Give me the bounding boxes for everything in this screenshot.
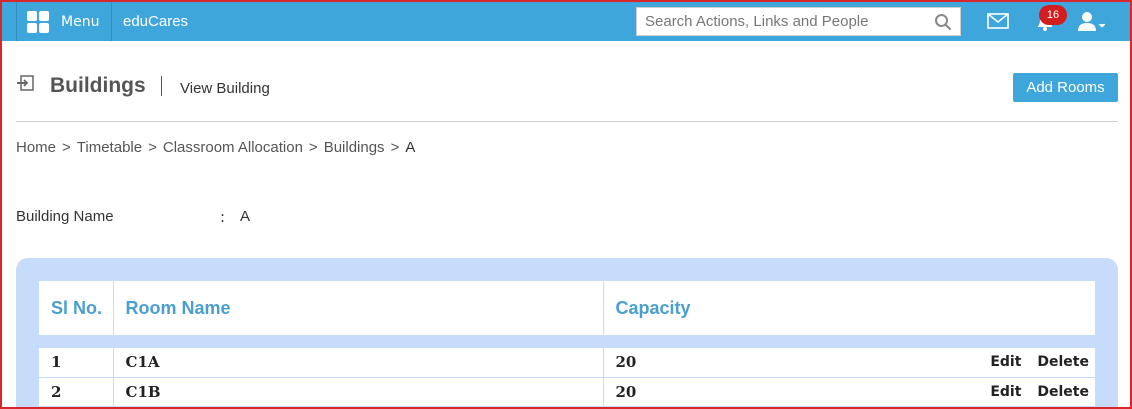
cell-sl-no: 2 (39, 377, 114, 407)
add-rooms-button[interactable]: Add Rooms (1013, 73, 1118, 102)
breadcrumb-timetable[interactable]: Timetable (77, 139, 142, 156)
rooms-table: Sl No. Room Name Capacity 1 C1A 20 Edit … (39, 281, 1095, 407)
column-header-sl-no[interactable]: Sl No. (39, 281, 114, 335)
capacity-value: 20 (615, 353, 637, 372)
breadcrumb-separator: > (62, 139, 71, 156)
mail-icon[interactable] (987, 13, 1009, 29)
search-box (636, 7, 961, 36)
title-separator (161, 76, 162, 96)
breadcrumb-separator: > (308, 139, 318, 156)
breadcrumb: Home > Timetable > Classroom Allocation … (16, 139, 415, 156)
delete-link[interactable]: Delete (1037, 384, 1089, 400)
menu-button[interactable]: Menu (16, 2, 112, 41)
breadcrumb-current: A (405, 139, 416, 156)
row-actions: Edit Delete (990, 354, 1089, 370)
table-row: 1 C1A 20 Edit Delete (39, 348, 1095, 378)
breadcrumb-home[interactable]: Home (16, 139, 56, 156)
breadcrumb-separator: > (390, 139, 400, 156)
column-header-capacity[interactable]: Capacity (603, 281, 1095, 335)
delete-link[interactable]: Delete (1037, 354, 1089, 370)
top-bar: Menu eduCares 16 (2, 2, 1130, 41)
row-actions: Edit Delete (990, 384, 1089, 400)
page-subtitle: View Building (180, 80, 270, 97)
search-input[interactable] (637, 8, 927, 35)
menu-label: Menu (61, 13, 100, 30)
cell-room-name: C1A (113, 348, 604, 378)
cell-capacity: 20 Edit Delete (603, 377, 1095, 407)
building-name-label: Building Name (16, 208, 114, 225)
notification-badge[interactable]: 16 (1039, 5, 1067, 25)
cell-sl-no: 1 (39, 348, 114, 378)
table-row: 2 C1B 20 Edit Delete (39, 377, 1095, 407)
building-name-colon: : (220, 208, 226, 226)
edit-link[interactable]: Edit (990, 384, 1021, 400)
edit-link[interactable]: Edit (990, 354, 1021, 370)
building-page-icon (17, 75, 34, 91)
breadcrumb-buildings[interactable]: Buildings (324, 139, 385, 156)
screenshot-frame: Menu eduCares 16 Buildings (0, 0, 1132, 409)
capacity-value: 20 (615, 382, 637, 401)
cell-room-name: C1B (113, 377, 604, 407)
building-name-value: A (240, 208, 251, 225)
user-avatar-icon[interactable] (1077, 10, 1107, 34)
header-divider (16, 121, 1118, 122)
breadcrumb-separator: > (148, 139, 157, 156)
cell-capacity: 20 Edit Delete (603, 348, 1095, 378)
breadcrumb-classroom-allocation[interactable]: Classroom Allocation (163, 139, 303, 156)
column-header-room-name[interactable]: Room Name (113, 281, 604, 335)
table-spacer (39, 335, 1095, 348)
table-header-row: Sl No. Room Name Capacity (39, 281, 1095, 335)
brand-name[interactable]: eduCares (123, 13, 188, 30)
search-icon[interactable] (934, 13, 952, 31)
page-title: Buildings (50, 74, 146, 97)
grid-icon (27, 10, 49, 33)
